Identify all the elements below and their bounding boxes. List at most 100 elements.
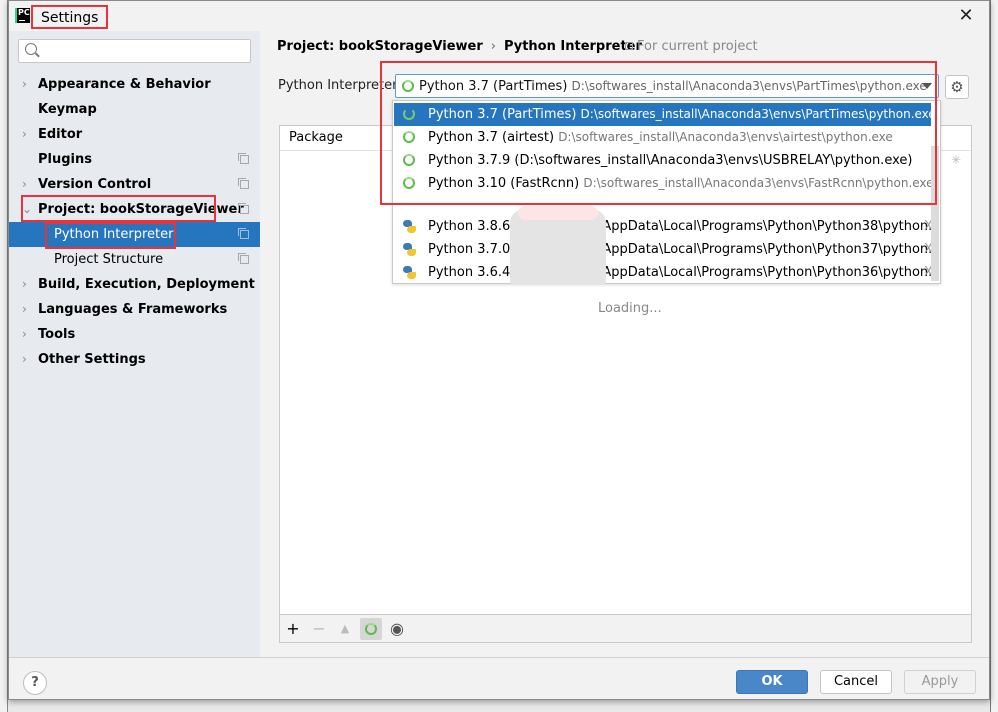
interpreter-name: Python 3.7 (PartTimes) bbox=[419, 79, 568, 94]
interpreter-option[interactable]: Python 3.10 (FastRcnn) D:\softwares_inst… bbox=[394, 172, 931, 195]
eye-icon: ◉ bbox=[390, 619, 404, 638]
sidebar-item[interactable]: › Editor bbox=[9, 122, 260, 147]
project-level-icon bbox=[238, 203, 249, 214]
conda-toggle-button[interactable] bbox=[360, 618, 382, 640]
interpreter-option-path: D:\softwares_install\Anaconda3\envs\Part… bbox=[580, 107, 931, 121]
python-logo-icon bbox=[403, 266, 416, 279]
sidebar-item-label: Appearance & Behavior bbox=[38, 77, 211, 92]
apply-button[interactable]: Apply bbox=[904, 670, 976, 694]
invalid-marker: X bbox=[924, 219, 931, 234]
chevron-down-icon bbox=[922, 83, 932, 89]
conda-ring-icon bbox=[403, 108, 415, 120]
chevron-right-icon[interactable]: › bbox=[22, 322, 27, 347]
sidebar-item[interactable]: Keymap bbox=[9, 97, 260, 122]
python-logo-icon bbox=[403, 243, 416, 256]
project-scope-icon bbox=[625, 42, 633, 50]
conda-ring-icon bbox=[403, 177, 415, 189]
background-window-left bbox=[0, 0, 8, 712]
search-icon bbox=[25, 43, 37, 55]
interpreter-option-name: Python 3.7 (PartTimes) bbox=[428, 107, 577, 122]
interpreter-option[interactable]: Python 3.7 (airtest) D:\softwares_instal… bbox=[394, 126, 931, 149]
interpreter-option-path: \AppData\Local\Programs\Python\Python37\… bbox=[598, 242, 931, 257]
project-level-icon bbox=[238, 153, 249, 164]
sidebar-item-label: Languages & Frameworks bbox=[38, 302, 228, 317]
sidebar-item-label: Keymap bbox=[38, 102, 97, 117]
sidebar-item[interactable]: › Build, Execution, Deployment bbox=[9, 272, 260, 297]
interpreter-option-path: D:\softwares_install\Anaconda3\envs\airt… bbox=[558, 130, 893, 144]
interpreter-option-name: Python 3.7.9 (D:\softwares_install\Anaco… bbox=[428, 153, 913, 168]
loading-text: Loading... bbox=[598, 301, 662, 316]
interpreter-option[interactable]: Python 3.7.9 (D:\softwares_install\Anaco… bbox=[394, 149, 931, 172]
settings-sidebar: › Appearance & Behavior Keymap › Editor Plugi… bbox=[9, 31, 260, 657]
show-early-releases-button[interactable]: ◉ bbox=[386, 618, 408, 640]
breadcrumb-parent[interactable]: Project: bookStorageViewer bbox=[277, 39, 483, 54]
breadcrumb: Project: bookStorageViewer › Python Interp… bbox=[277, 39, 642, 54]
python-logo-icon bbox=[403, 220, 416, 233]
settings-search-input[interactable] bbox=[18, 39, 251, 63]
sidebar-item[interactable]: Project Structure bbox=[9, 247, 260, 272]
window-title: Settings bbox=[31, 5, 109, 29]
sidebar-item-label: Version Control bbox=[38, 177, 152, 192]
invalid-marker: X bbox=[924, 242, 931, 257]
help-button[interactable]: ? bbox=[23, 671, 47, 695]
interpreter-path: D:\softwares_install\Anaconda3\envs\Part… bbox=[571, 79, 927, 93]
interpreter-dropdown[interactable]: Python 3.7 (PartTimes) D:\softwares_inst… bbox=[395, 74, 939, 98]
interpreter-option-name: Python 3.8.6 bbox=[428, 219, 511, 234]
invalid-marker: X bbox=[924, 265, 931, 280]
chevron-right-icon[interactable]: › bbox=[22, 122, 27, 147]
settings-dialog: PC Settings ✕ › Appearance & Behavior Keym… bbox=[8, 0, 990, 700]
upgrade-package-button[interactable]: ▲ bbox=[334, 618, 356, 640]
conda-ring-icon bbox=[403, 131, 415, 143]
chevron-right-icon[interactable]: › bbox=[22, 172, 27, 197]
chevron-right-icon[interactable]: › bbox=[22, 297, 27, 322]
remove-package-button[interactable]: − bbox=[308, 618, 330, 640]
add-package-button[interactable]: + bbox=[282, 618, 304, 640]
sidebar-item[interactable]: › Tools bbox=[9, 322, 260, 347]
sidebar-item[interactable]: › Languages & Frameworks bbox=[9, 297, 260, 322]
background-window-right bbox=[990, 0, 998, 712]
sidebar-item-label: Tools bbox=[38, 327, 76, 342]
project-level-icon bbox=[238, 253, 249, 264]
breadcrumb-current: Python Interpreter bbox=[503, 39, 642, 54]
chevron-right-icon[interactable]: › bbox=[22, 72, 27, 97]
cancel-button[interactable]: Cancel bbox=[820, 670, 892, 694]
sidebar-item-label: Project Structure bbox=[54, 252, 164, 267]
interpreter-option-name: Python 3.10 (FastRcnn) bbox=[428, 176, 580, 191]
sidebar-item-label: Build, Execution, Deployment bbox=[38, 277, 255, 292]
sidebar-item[interactable]: › Appearance & Behavior bbox=[9, 72, 260, 97]
interpreter-option-name: Python 3.7 (airtest) bbox=[428, 130, 555, 145]
interpreter-option[interactable]: Python 3.7 (PartTimes) D:\softwares_inst… bbox=[394, 103, 931, 126]
conda-ring-icon bbox=[365, 623, 377, 635]
chevron-right-icon[interactable]: › bbox=[22, 272, 27, 297]
conda-ring-icon bbox=[402, 80, 414, 92]
interpreter-option[interactable]: Python 3.7.0 \AppData\Local\Programs\Pyth… bbox=[394, 238, 931, 261]
sidebar-item[interactable]: Plugins bbox=[9, 147, 260, 172]
sidebar-item-label: Plugins bbox=[38, 152, 92, 167]
sidebar-item[interactable]: › Other Settings bbox=[9, 347, 260, 372]
pycharm-app-icon: PC bbox=[15, 8, 30, 23]
scope-text: For current project bbox=[637, 39, 758, 54]
redacted-area bbox=[510, 206, 606, 285]
footer-divider bbox=[9, 657, 989, 658]
project-level-icon bbox=[238, 228, 249, 239]
interpreter-option[interactable]: Python 3.6.4 \AppData\Local\Programs\Pyth… bbox=[394, 261, 931, 284]
sidebar-item[interactable]: ⌄ Project: bookStorageViewer bbox=[9, 197, 260, 222]
loading-spinner-icon: ✳ bbox=[951, 153, 962, 167]
gear-icon[interactable]: ⚙ bbox=[945, 75, 969, 99]
sidebar-item-label: Project: bookStorageViewer bbox=[38, 202, 244, 217]
close-button[interactable]: ✕ bbox=[957, 7, 975, 25]
chevron-right-icon[interactable]: › bbox=[22, 347, 27, 372]
project-level-icon bbox=[238, 178, 249, 189]
ok-button[interactable]: OK bbox=[736, 670, 808, 694]
interpreter-option-name: Python 3.6.4 bbox=[428, 265, 511, 280]
interpreter-option[interactable]: Python 3.8.6 \AppData\Local\Programs\Pyth… bbox=[394, 215, 931, 238]
popup-scrollbar[interactable] bbox=[931, 146, 939, 281]
chevron-down-icon[interactable]: ⌄ bbox=[22, 197, 32, 222]
interpreter-option-name: Python 3.7.0 bbox=[428, 242, 511, 257]
package-toolbar: + − ▲ ◉ bbox=[279, 615, 972, 643]
sidebar-item[interactable]: › Version Control bbox=[9, 172, 260, 197]
interpreter-option-path: \AppData\Local\Programs\Python\Python38\… bbox=[598, 219, 931, 234]
interpreter-popup-list: Python 3.7 (PartTimes) D:\softwares_inst… bbox=[392, 100, 941, 285]
title-bar: PC Settings ✕ bbox=[9, 1, 989, 31]
sidebar-item[interactable]: Python Interpreter bbox=[9, 222, 260, 247]
